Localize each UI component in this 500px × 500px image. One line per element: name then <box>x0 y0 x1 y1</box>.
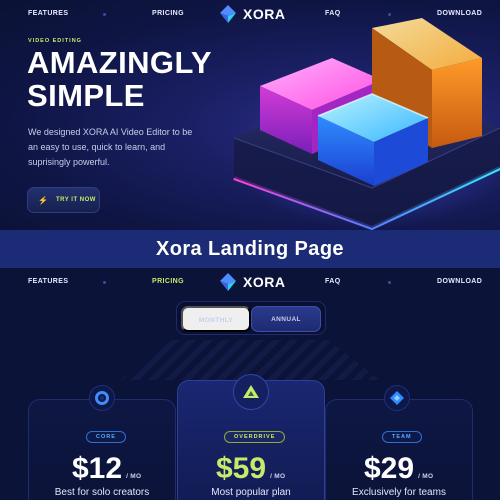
try-it-now-button[interactable]: ⚡ TRY IT NOW <box>27 187 100 213</box>
hero-description: We designed XORA AI Video Editor to be a… <box>28 125 218 170</box>
overdrive-triangle-icon <box>233 374 269 410</box>
title-banner: Xora Landing Page <box>0 230 500 268</box>
hero-headline: AMAZINGLY SIMPLE <box>27 46 212 112</box>
nav-download-link[interactable]: DOWNLOAD <box>437 268 482 296</box>
lightning-bolt-icon: ⚡ <box>38 195 48 205</box>
description-line-2: an easy to use, quick to learn, and <box>28 142 166 152</box>
plan-price-core: $12 / MO <box>72 454 141 484</box>
nav-separator-dot <box>388 13 391 16</box>
plan-price-team: $29 / MO <box>364 454 433 484</box>
price-amount: $12 <box>72 452 123 485</box>
nav-separator-dot <box>103 281 106 284</box>
core-ring-icon <box>89 385 115 411</box>
nav-features-link[interactable]: FEATURES <box>28 0 68 28</box>
hero-eyebrow: VIDEO EDITING <box>28 38 82 44</box>
pricing-nav: FEATURES PRICING XORA FAQ DOWNLOAD <box>0 268 500 296</box>
price-period: / MO <box>126 473 142 480</box>
billing-toggle: MONTHLY ANNUAL <box>176 301 326 335</box>
headline-line-2: SIMPLE <box>27 78 145 113</box>
nav-features-link[interactable]: FEATURES <box>28 268 68 296</box>
price-period: / MO <box>270 473 286 480</box>
nav-pricing-link[interactable]: PRICING <box>152 268 184 296</box>
plan-badge-team: TEAM <box>382 431 422 443</box>
team-diamond-icon <box>384 385 410 411</box>
nav-separator-dot <box>103 13 106 16</box>
logo[interactable]: XORA <box>218 271 285 293</box>
plan-description-overdrive: Most popular plan <box>211 487 291 498</box>
headline-line-1: AMAZINGLY <box>27 45 213 80</box>
try-it-now-label: TRY IT NOW <box>55 197 96 203</box>
xora-diamond-logo-icon <box>218 272 238 292</box>
price-amount: $29 <box>364 452 415 485</box>
monthly-toggle-button[interactable]: MONTHLY <box>181 306 251 332</box>
nav-faq-link[interactable]: FAQ <box>325 268 341 296</box>
logo-text: XORA <box>243 274 286 290</box>
annual-toggle-button[interactable]: ANNUAL <box>251 306 321 332</box>
nav-separator-dot <box>388 281 391 284</box>
plan-badge-overdrive: OVERDRIVE <box>224 431 286 443</box>
isometric-blocks-illustration <box>232 18 500 230</box>
plan-description-team: Exclusively for teams <box>352 487 446 498</box>
nav-pricing-link[interactable]: PRICING <box>152 0 184 28</box>
price-amount: $59 <box>216 452 267 485</box>
plan-price-overdrive: $59 / MO <box>216 454 285 484</box>
plan-description-core: Best for solo creators <box>54 487 150 498</box>
description-line-1: We designed XORA AI Video Editor to be <box>28 127 193 137</box>
hero-section: FEATURES PRICING XORA FAQ DOWNLOAD VIDEO… <box>0 0 500 230</box>
price-period: / MO <box>418 473 434 480</box>
banner-title: Xora Landing Page <box>156 237 344 260</box>
description-line-3: suprisingly powerful. <box>28 157 110 167</box>
plan-badge-core: CORE <box>86 431 126 443</box>
pricing-section: FEATURES PRICING XORA FAQ DOWNLOAD MONTH… <box>0 268 500 500</box>
page: FEATURES PRICING XORA FAQ DOWNLOAD VIDEO… <box>0 0 500 500</box>
